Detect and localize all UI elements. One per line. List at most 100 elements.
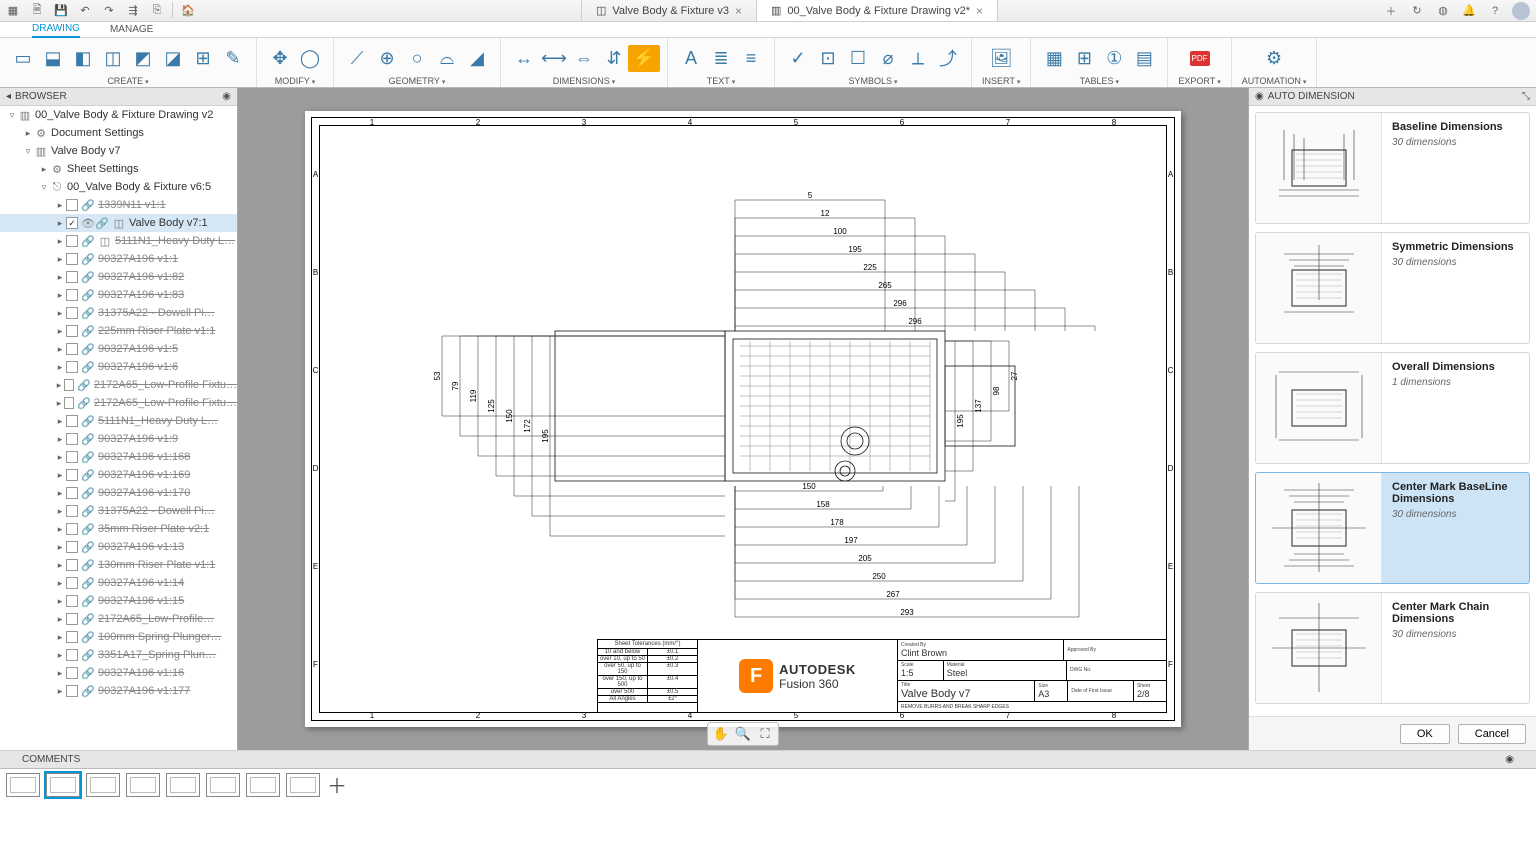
visibility-checkbox[interactable] [66,577,78,589]
ribbon-tool-icon[interactable]: ⟋ [344,45,370,71]
visibility-checkbox[interactable] [66,451,78,463]
visibility-checkbox[interactable] [66,631,78,643]
tree-twisty-icon[interactable]: ▸ [54,218,66,229]
ribbon-group-label[interactable]: GEOMETRY [389,76,446,87]
tree-twisty-icon[interactable]: ▸ [54,560,66,571]
tree-twisty-icon[interactable]: ▿ [38,182,50,193]
visibility-checkbox[interactable] [66,217,78,229]
ribbon-tool-icon[interactable]: A [678,45,704,71]
tree-row[interactable]: ▸🔗90327A196 v1:6 [0,358,237,376]
visibility-checkbox[interactable] [66,235,78,247]
ribbon-tool-icon[interactable]: ① [1101,45,1127,71]
ok-button[interactable]: OK [1400,724,1450,744]
tree-row[interactable]: ▿⎋00_Valve Body & Fixture v6:5 [0,178,237,196]
tree-twisty-icon[interactable]: ▸ [54,254,66,265]
tree-twisty-icon[interactable]: ▿ [6,110,18,121]
auto-dimension-list[interactable]: Baseline Dimensions 30 dimensions Symmet… [1249,106,1536,716]
sheet-thumb[interactable] [166,773,200,797]
tree-row[interactable]: ▿▥00_Valve Body & Fixture Drawing v2 [0,106,237,124]
tree-twisty-icon[interactable]: ▿ [22,146,34,157]
tree-twisty-icon[interactable]: ▸ [22,128,34,139]
tree-row[interactable]: ▸🔗35mm Riser Plate v2:1 [0,520,237,538]
tree-row[interactable]: ▸🔗90327A196 v1:177 [0,682,237,700]
ext-icon[interactable]: ↻ [1408,2,1426,20]
tree-twisty-icon[interactable]: ▸ [54,326,66,337]
ribbon-group-label[interactable]: DIMENSIONS [553,76,616,87]
visibility-checkbox[interactable] [66,685,78,697]
ribbon-tool-icon[interactable]: ✥ [267,45,293,71]
tree-twisty-icon[interactable]: ▸ [38,164,50,175]
tree-twisty-icon[interactable]: ▸ [54,650,66,661]
sheet-thumb[interactable] [46,773,80,797]
visibility-checkbox[interactable] [66,613,78,625]
tree-twisty-icon[interactable]: ▸ [54,578,66,589]
ribbon-tool-icon[interactable]: ⟷ [541,45,567,71]
visibility-checkbox[interactable] [66,253,78,265]
tree-row[interactable]: ▸🔗31375A22 - Dowell Pi… [0,502,237,520]
tree-row[interactable]: ▸🔗31375A22 - Dowell Pi… [0,304,237,322]
ribbon-group-label[interactable]: MODIFY [275,76,316,87]
tree-twisty-icon[interactable]: ▸ [54,308,66,319]
visibility-checkbox[interactable] [66,595,78,607]
document-tab[interactable]: ▥00_Valve Body & Fixture Drawing v2*× [757,0,998,21]
tree-row[interactable]: ▸🔗90327A196 v1:9 [0,430,237,448]
zoom-window-icon[interactable]: ⛶ [756,725,774,743]
ribbon-tool-icon[interactable]: ◧ [70,45,96,71]
sheet-thumb[interactable] [206,773,240,797]
clone-icon[interactable]: ⎘ [148,2,166,20]
visibility-checkbox[interactable] [66,199,78,211]
auto-dimension-option[interactable]: Symmetric Dimensions 30 dimensions [1255,232,1530,344]
tree-row[interactable]: ▸🔗5111N1_Heavy Duty L… [0,412,237,430]
auto-dimension-option[interactable]: Center Mark BaseLine Dimensions 30 dimen… [1255,472,1530,584]
drawing-canvas[interactable]: 12345678 12345678 ABCDEF ABCDEF [238,88,1248,750]
tree-row[interactable]: ▸🔗90327A196 v1:5 [0,340,237,358]
comments-pin-icon[interactable]: ◉ [1505,754,1514,765]
visibility-checkbox[interactable] [66,649,78,661]
globe-icon[interactable]: ◍ [1434,2,1452,20]
visibility-checkbox[interactable] [66,469,78,481]
ribbon-tool-icon[interactable]: ⌀ [875,45,901,71]
visibility-checkbox[interactable] [66,433,78,445]
ribbon-group-label[interactable]: INSERT [982,76,1020,87]
tree-twisty-icon[interactable]: ▸ [54,344,66,355]
plus-icon[interactable]: ＋ [1382,2,1400,20]
visibility-checkbox[interactable] [66,361,78,373]
auto-dimension-option[interactable]: Baseline Dimensions 30 dimensions [1255,112,1530,224]
tree-twisty-icon[interactable]: ▸ [54,542,66,553]
undo-icon[interactable]: ↶ [76,2,94,20]
ribbon-tool-icon[interactable]: ≣ [708,45,734,71]
redo-icon[interactable]: ↷ [100,2,118,20]
tree-row[interactable]: ▸🔗2172A65_Low-Profile Fixtu… [0,376,237,394]
ribbon-group-label[interactable]: TEXT [707,76,736,87]
tree-row[interactable]: ▸🔗90327A196 v1:15 [0,592,237,610]
tree-row[interactable]: ▸🔗90327A196 v1:170 [0,484,237,502]
ribbon-tool-icon[interactable]: ⊕ [374,45,400,71]
ribbon-tool-icon[interactable]: ⇔ [571,45,597,71]
tree-twisty-icon[interactable]: ▸ [54,488,66,499]
ribbon-group-label[interactable]: EXPORT [1178,76,1220,87]
visibility-checkbox[interactable] [66,667,78,679]
tree-row[interactable]: ▸🔗2172A65_Low-Profile Fixtu… [0,394,237,412]
ribbon-tool-icon[interactable]: ◯ [297,45,323,71]
tree-icon[interactable]: ⇶ [124,2,142,20]
tree-twisty-icon[interactable]: ▸ [54,200,66,211]
close-icon[interactable]: × [735,4,742,18]
sheet-thumb[interactable] [86,773,120,797]
tree-row[interactable]: ▸🔗90327A196 v1:169 [0,466,237,484]
ribbon-tool-icon[interactable]: ≡ [738,45,764,71]
ribbon-tool-icon[interactable]: ⊞ [1071,45,1097,71]
visibility-checkbox[interactable] [66,289,78,301]
tree-row[interactable]: ▸🔗100mm Spring Plunger… [0,628,237,646]
visibility-checkbox[interactable] [66,505,78,517]
tree-twisty-icon[interactable]: ▸ [54,452,66,463]
visibility-checkbox[interactable] [66,415,78,427]
sheet-thumb[interactable] [286,773,320,797]
tree-twisty-icon[interactable]: ▸ [54,524,66,535]
ribbon-tool-icon[interactable]: ▤ [1131,45,1157,71]
tree-twisty-icon[interactable]: ▸ [54,398,64,409]
ribbon-tool-icon[interactable]: ⚙ [1261,45,1287,71]
sheet-thumb[interactable] [6,773,40,797]
ribbon-tool-icon[interactable]: ○ [404,45,430,71]
tree-row[interactable]: ▸🔗90327A196 v1:82 [0,268,237,286]
tree-twisty-icon[interactable]: ▸ [54,632,66,643]
